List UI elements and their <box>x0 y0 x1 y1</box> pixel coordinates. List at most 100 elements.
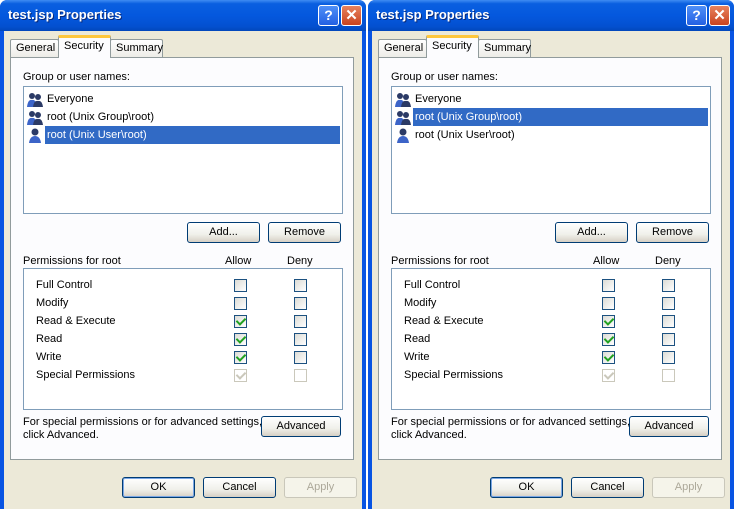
advanced-button[interactable]: Advanced <box>629 416 709 437</box>
user-listbox[interactable]: Everyone root (Unix Group\root) root (Un… <box>23 86 343 214</box>
group-icon <box>395 109 411 125</box>
deny-checkbox-write[interactable] <box>662 351 675 364</box>
allow-checkbox-special-permissions <box>602 369 615 382</box>
permissions-list: Full Control Modify Read & Execute Read <box>391 268 711 410</box>
apply-button: Apply <box>284 477 357 498</box>
tab-security[interactable]: Security <box>426 35 479 58</box>
tab-security[interactable]: Security <box>58 35 111 58</box>
add-button[interactable]: Add... <box>555 222 628 243</box>
close-button[interactable]: ✕ <box>341 5 362 26</box>
ok-button[interactable]: OK <box>490 477 563 498</box>
remove-button[interactable]: Remove <box>636 222 709 243</box>
cancel-button[interactable]: Cancel <box>571 477 644 498</box>
title-bar[interactable]: test.jsp Properties ? ✕ <box>0 0 366 31</box>
perm-label: Read & Execute <box>36 315 116 327</box>
allow-checkbox-full-control[interactable] <box>602 279 615 292</box>
help-button[interactable]: ? <box>318 5 339 26</box>
allow-checkbox-read[interactable] <box>602 333 615 346</box>
group-or-user-names-label: Group or user names: <box>23 71 130 83</box>
deny-checkbox-read[interactable] <box>662 333 675 346</box>
perm-label: Full Control <box>36 279 93 291</box>
list-item-unix-group-root[interactable]: root (Unix Group\root) <box>27 108 156 126</box>
deny-checkbox-write[interactable] <box>294 351 307 364</box>
perm-label: Modify <box>404 297 437 309</box>
list-item-unix-user-root[interactable]: root (Unix User\root) <box>395 126 517 144</box>
dialog-title: test.jsp Properties <box>8 7 122 22</box>
allow-checkbox-read[interactable] <box>234 333 247 346</box>
deny-checkbox-full-control[interactable] <box>662 279 675 292</box>
dialog-client-area: General Security Summary Group or user n… <box>372 31 730 509</box>
cancel-button[interactable]: Cancel <box>203 477 276 498</box>
advanced-hint-line-1: For special permissions or for advanced … <box>391 416 631 428</box>
deny-checkbox-full-control[interactable] <box>294 279 307 292</box>
remove-button[interactable]: Remove <box>268 222 341 243</box>
properties-dialog-left: test.jsp Properties ? ✕ General Security… <box>0 0 366 509</box>
allow-checkbox-special-permissions <box>234 369 247 382</box>
help-button[interactable]: ? <box>686 5 707 26</box>
list-item-everyone[interactable]: Everyone <box>395 90 463 108</box>
security-panel: Group or user names: Everyone root (Unix… <box>378 57 722 460</box>
deny-checkbox-read-execute[interactable] <box>294 315 307 328</box>
allow-checkbox-write[interactable] <box>234 351 247 364</box>
advanced-hint-line-2: click Advanced. <box>391 429 467 441</box>
list-item-unix-group-root[interactable]: root (Unix Group\root) <box>395 108 708 126</box>
deny-checkbox-modify[interactable] <box>662 297 675 310</box>
allow-checkbox-read-execute[interactable] <box>602 315 615 328</box>
perm-label: Special Permissions <box>36 369 136 381</box>
list-item-unix-user-root[interactable]: root (Unix User\root) <box>27 126 340 144</box>
deny-checkbox-modify[interactable] <box>294 297 307 310</box>
deny-checkbox-read[interactable] <box>294 333 307 346</box>
security-panel: Group or user names: Everyone root (Unix… <box>10 57 354 460</box>
user-listbox[interactable]: Everyone root (Unix Group\root) root (Un… <box>391 86 711 214</box>
advanced-hint-line-2: click Advanced. <box>23 429 99 441</box>
perm-label: Write <box>404 351 430 363</box>
apply-button: Apply <box>652 477 725 498</box>
perm-label: Full Control <box>404 279 461 291</box>
deny-column-header: Deny <box>655 255 681 267</box>
advanced-button[interactable]: Advanced <box>261 416 341 437</box>
permissions-list: Full Control Modify Read & Execute Read <box>23 268 343 410</box>
dialog-client-area: General Security Summary Group or user n… <box>4 31 362 509</box>
allow-checkbox-modify[interactable] <box>602 297 615 310</box>
list-item-label: root (Unix User\root) <box>415 129 515 141</box>
properties-dialog-right: test.jsp Properties ? ✕ General Security… <box>368 0 734 509</box>
list-item-label: root (Unix Group\root) <box>413 108 708 126</box>
list-item-label: Everyone <box>47 93 94 105</box>
perm-label: Read & Execute <box>404 315 484 327</box>
title-bar[interactable]: test.jsp Properties ? ✕ <box>368 0 734 31</box>
group-icon <box>27 109 43 125</box>
perm-label: Read <box>36 333 63 345</box>
perm-label: Write <box>36 351 62 363</box>
allow-checkbox-modify[interactable] <box>234 297 247 310</box>
user-icon <box>395 127 411 143</box>
group-icon <box>27 91 43 107</box>
deny-checkbox-read-execute[interactable] <box>662 315 675 328</box>
permissions-for-label: Permissions for root <box>391 255 489 267</box>
allow-checkbox-read-execute[interactable] <box>234 315 247 328</box>
deny-checkbox-special-permissions <box>662 369 675 382</box>
close-button[interactable]: ✕ <box>709 5 730 26</box>
dialog-title: test.jsp Properties <box>376 7 490 22</box>
allow-column-header: Allow <box>593 255 620 267</box>
perm-label: Modify <box>36 297 69 309</box>
tab-general[interactable]: General <box>10 39 59 58</box>
tab-general[interactable]: General <box>378 39 427 58</box>
group-icon <box>395 91 411 107</box>
ok-button[interactable]: OK <box>122 477 195 498</box>
allow-column-header: Allow <box>225 255 252 267</box>
list-item-label: root (Unix User\root) <box>45 126 340 144</box>
user-icon <box>27 127 43 143</box>
list-item-label: root (Unix Group\root) <box>47 111 154 123</box>
group-or-user-names-label: Group or user names: <box>391 71 498 83</box>
allow-checkbox-write[interactable] <box>602 351 615 364</box>
permissions-for-label: Permissions for root <box>23 255 121 267</box>
tab-summary[interactable]: Summary <box>110 39 163 58</box>
deny-checkbox-special-permissions <box>294 369 307 382</box>
tab-summary[interactable]: Summary <box>478 39 531 58</box>
list-item-everyone[interactable]: Everyone <box>27 90 95 108</box>
perm-label: Special Permissions <box>404 369 504 381</box>
allow-checkbox-full-control[interactable] <box>234 279 247 292</box>
advanced-hint-line-1: For special permissions or for advanced … <box>23 416 263 428</box>
list-item-label: Everyone <box>415 93 462 105</box>
add-button[interactable]: Add... <box>187 222 260 243</box>
